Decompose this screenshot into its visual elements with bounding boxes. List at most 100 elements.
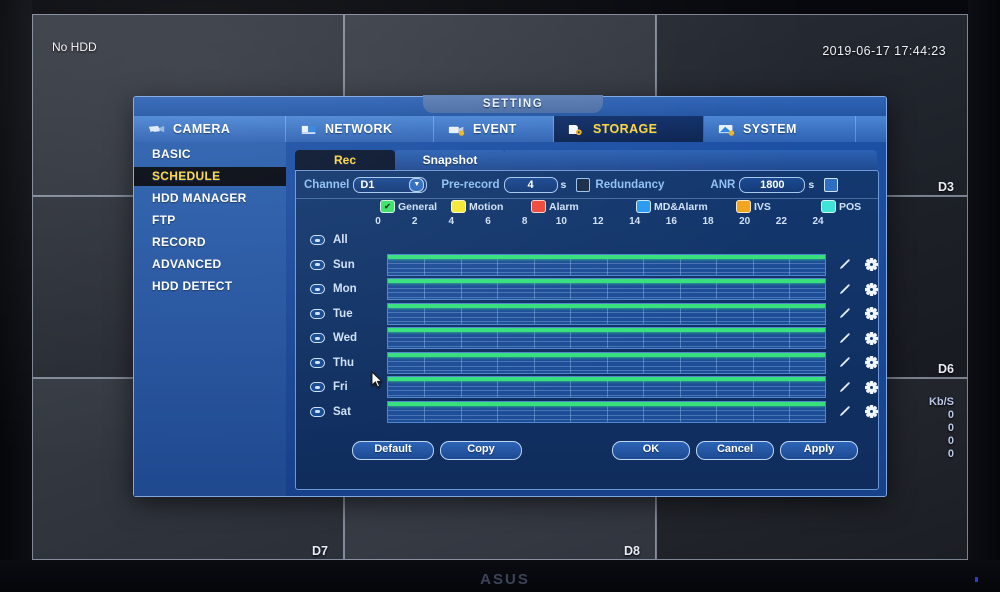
- nav-tab-label: STORAGE: [593, 122, 658, 136]
- channel-select[interactable]: D1 ▼: [353, 176, 428, 193]
- apply-button[interactable]: Apply: [780, 441, 858, 460]
- channel-value: D1: [360, 178, 375, 191]
- anr-unit: s: [808, 178, 815, 191]
- prerecord-label: Pre-record: [441, 178, 500, 191]
- prerecord-input[interactable]: 4: [503, 176, 558, 193]
- anr-checkbox[interactable]: [824, 177, 839, 192]
- row-checkbox-mon[interactable]: [310, 284, 325, 294]
- anr-input[interactable]: 1800: [739, 176, 806, 193]
- hour-tick-4: 4: [448, 216, 455, 227]
- sub-tab-filler: [505, 150, 877, 171]
- schedule-settings-button[interactable]: [864, 331, 879, 345]
- edit-schedule-button[interactable]: [838, 332, 851, 345]
- row-actions: [838, 331, 879, 345]
- schedule-settings-button[interactable]: [864, 306, 879, 321]
- power-led: [975, 577, 978, 582]
- sidebar-item-label: SCHEDULE: [152, 169, 221, 183]
- timeline-bar-fri[interactable]: [386, 376, 826, 398]
- bitrate-value-1: 0: [947, 422, 954, 434]
- edit-schedule-button[interactable]: [838, 283, 851, 296]
- schedule-row-all: All: [296, 228, 878, 252]
- sidebar-item-label: RECORD: [152, 235, 206, 249]
- legend-item-ivs[interactable]: IVS: [736, 200, 771, 213]
- sidebar-item-hdd-manager[interactable]: HDD MANAGER: [134, 189, 286, 208]
- sidebar-item-record[interactable]: RECORD: [134, 233, 286, 252]
- timeline-bar-sat[interactable]: [386, 400, 826, 423]
- bitrate-value-2: 0: [947, 435, 954, 447]
- nav-tab-camera[interactable]: CAMERA: [134, 116, 286, 142]
- edit-schedule-button[interactable]: [838, 356, 851, 369]
- sidebar-item-label: ADVANCED: [152, 257, 222, 271]
- sidebar-item-basic[interactable]: BASIC: [134, 145, 286, 164]
- bitrate-value-0: 0: [947, 409, 954, 421]
- edit-schedule-button[interactable]: [838, 258, 851, 271]
- schedule-row-sun: Sun: [296, 253, 879, 277]
- legend-item-general[interactable]: ✔ General: [380, 200, 437, 213]
- record-type-legend: ✔ General Motion Alarm MD&Alarm IVS POS: [296, 198, 878, 216]
- edit-schedule-button[interactable]: [838, 405, 851, 418]
- timeline-bar-thu[interactable]: [386, 351, 826, 374]
- row-checkbox-wed[interactable]: [310, 333, 325, 343]
- nav-tab-storage[interactable]: STORAGE: [554, 116, 704, 142]
- legend-item-motion[interactable]: Motion: [451, 200, 503, 213]
- legend-item-pos[interactable]: POS: [821, 200, 861, 213]
- schedule-settings-button[interactable]: [864, 282, 879, 296]
- row-checkbox-tue[interactable]: [310, 308, 325, 319]
- camera-icon: [148, 125, 165, 135]
- row-checkbox-fri[interactable]: [310, 382, 325, 392]
- schedule-row-fri: Fri: [296, 375, 879, 399]
- legend-swatch: [531, 200, 546, 213]
- sidebar-item-hdd-detect[interactable]: HDD DETECT: [134, 277, 286, 296]
- mouse-cursor: [371, 371, 383, 388]
- bezel-top: [0, 0, 1000, 14]
- edit-schedule-button[interactable]: [838, 307, 851, 320]
- monitor-logo: ASUS: [480, 571, 530, 588]
- legend-label: General: [398, 200, 438, 213]
- row-checkbox-sat[interactable]: [310, 406, 325, 417]
- timeline-bar-mon[interactable]: [386, 278, 826, 300]
- row-checkbox-sun[interactable]: [310, 259, 325, 270]
- row-checkbox-thu[interactable]: [310, 357, 325, 368]
- main-nav-tabs: CAMERA NETWORK EVENT STORAGE SYSTEM: [134, 116, 886, 142]
- default-button[interactable]: Default: [352, 441, 434, 460]
- schedule-row-tue: Tue: [296, 302, 879, 326]
- hour-tick-10: 10: [555, 216, 567, 227]
- legend-label: MD&Alarm: [654, 200, 708, 213]
- nav-tab-event[interactable]: EVENT: [434, 116, 554, 142]
- nav-tab-network[interactable]: NETWORK: [286, 116, 434, 142]
- sidebar-item-schedule[interactable]: SCHEDULE: [134, 167, 286, 186]
- timeline-bar-wed[interactable]: [386, 327, 826, 349]
- row-actions: [838, 306, 879, 321]
- cancel-button[interactable]: Cancel: [696, 441, 774, 460]
- tab-snapshot[interactable]: Snapshot: [395, 150, 505, 171]
- nav-tab-label: SYSTEM: [743, 122, 797, 136]
- sub-tab-strip: Rec Snapshot: [295, 150, 877, 171]
- legend-item-md-alarm[interactable]: MD&Alarm: [636, 200, 708, 213]
- general-record-span: [387, 377, 825, 381]
- event-icon: [448, 123, 466, 136]
- dialog-footer: Default Copy OK Cancel Apply: [296, 433, 878, 473]
- schedule-settings-button[interactable]: [864, 257, 879, 272]
- schedule-settings-button[interactable]: [864, 404, 879, 419]
- row-actions: [838, 257, 879, 272]
- schedule-settings-button[interactable]: [864, 380, 879, 394]
- edit-schedule-button[interactable]: [838, 381, 851, 394]
- timeline-bar-tue[interactable]: [386, 302, 826, 325]
- channel-label-d3: D3: [938, 180, 954, 194]
- row-checkbox-all[interactable]: [310, 235, 325, 245]
- timeline-bar-sun[interactable]: [386, 253, 826, 276]
- schedule-settings-button[interactable]: [864, 355, 879, 370]
- camera-icon: [148, 123, 166, 136]
- ok-button[interactable]: OK: [612, 441, 690, 460]
- pencil-icon: [839, 332, 850, 343]
- redundancy-checkbox[interactable]: [576, 177, 591, 192]
- nav-tab-system[interactable]: SYSTEM: [704, 116, 856, 142]
- sidebar-item-ftp[interactable]: FTP: [134, 211, 286, 230]
- legend-item-alarm[interactable]: Alarm: [531, 200, 579, 213]
- sidebar-item-advanced[interactable]: ADVANCED: [134, 255, 286, 274]
- content-pane: Rec Snapshot Channel D1 ▼ Pre-record 4 s…: [286, 142, 886, 496]
- tab-rec[interactable]: Rec: [295, 150, 395, 171]
- schedule-row-wed: Wed: [296, 326, 879, 350]
- copy-button[interactable]: Copy: [440, 441, 522, 460]
- channel-label-d7: D7: [312, 544, 328, 558]
